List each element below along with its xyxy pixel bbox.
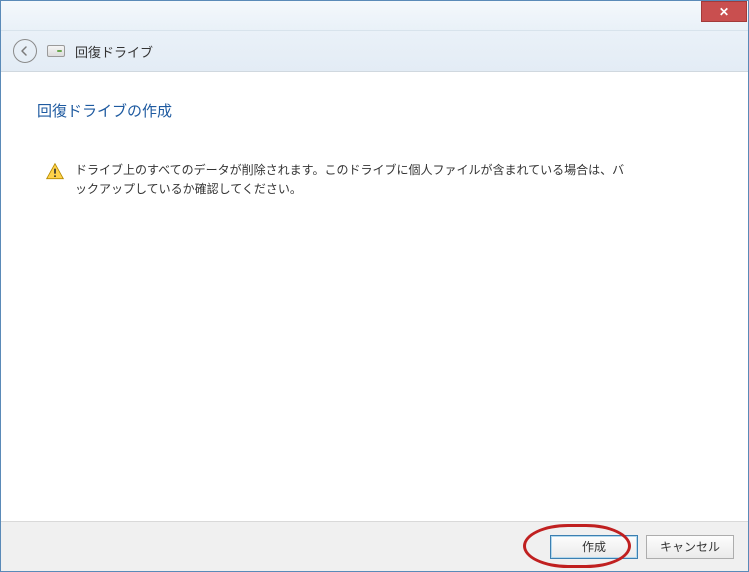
cancel-button[interactable]: キャンセル (646, 535, 734, 559)
content-area: 回復ドライブの作成 ドライブ上のすべてのデータが削除されます。このドライブに個人… (1, 71, 748, 521)
dialog-window: ✕ 回復ドライブ 回復ドライブの作成 ドライブ上のすべてのデータが削除されます。… (0, 0, 749, 572)
drive-icon (47, 45, 65, 57)
warning-text: ドライブ上のすべてのデータが削除されます。このドライブに個人ファイルが含まれてい… (75, 161, 635, 199)
back-button[interactable] (13, 39, 37, 63)
header: 回復ドライブ (1, 31, 748, 71)
footer: 作成 キャンセル (1, 521, 748, 571)
header-title: 回復ドライブ (75, 42, 153, 61)
titlebar: ✕ (1, 1, 748, 31)
create-button[interactable]: 作成 (550, 535, 638, 559)
close-button[interactable]: ✕ (701, 1, 747, 22)
warning-icon (45, 162, 65, 182)
warning-row: ドライブ上のすべてのデータが削除されます。このドライブに個人ファイルが含まれてい… (37, 161, 712, 199)
page-title: 回復ドライブの作成 (37, 100, 712, 121)
arrow-left-icon (19, 45, 31, 57)
close-icon: ✕ (719, 5, 729, 19)
